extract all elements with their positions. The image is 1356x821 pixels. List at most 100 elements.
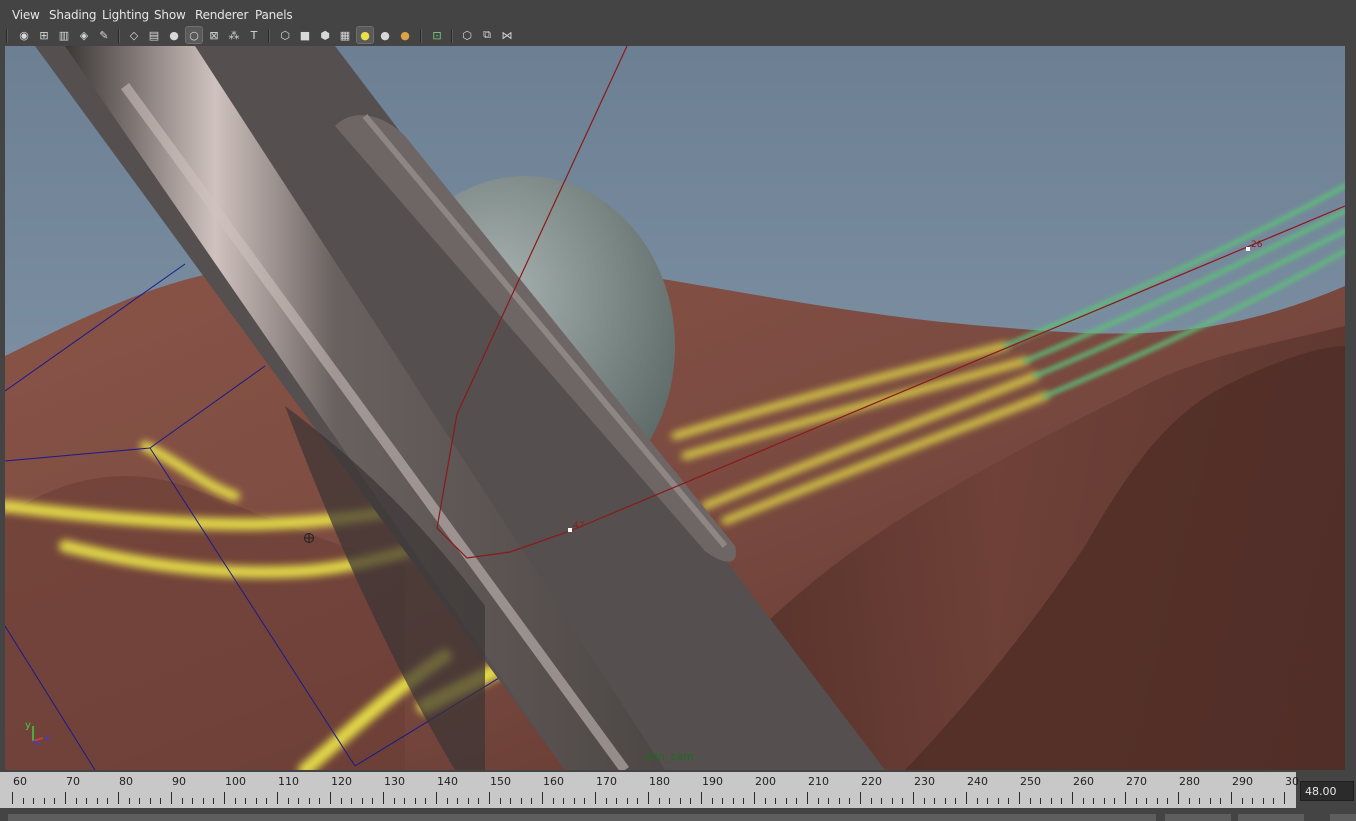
- timeline-tick-label: 30: [1285, 775, 1299, 788]
- timeline-minor-tick: [22, 798, 24, 804]
- timeline-major-tick: [966, 792, 967, 804]
- timeline-minor-tick: [404, 798, 406, 804]
- timeline-tick-label: 260: [1073, 775, 1094, 788]
- timeline-minor-tick: [96, 798, 98, 804]
- smooth-shade-icon[interactable]: ■: [297, 27, 313, 43]
- xray-joints-icon[interactable]: ⋈: [499, 27, 515, 43]
- timeline-minor-tick: [351, 798, 353, 804]
- timeline-minor-tick: [605, 798, 607, 804]
- timeline-minor-tick: [732, 798, 734, 804]
- timeline-major-tick: [1178, 792, 1179, 804]
- timeline-minor-tick: [499, 798, 501, 804]
- range-slider[interactable]: [0, 808, 1356, 821]
- timeline-tick-label: 90: [172, 775, 186, 788]
- image-plane-icon[interactable]: ◈: [76, 27, 92, 43]
- current-frame-field[interactable]: 48.00: [1300, 781, 1354, 801]
- range-slider-end[interactable]: [1238, 814, 1304, 821]
- timeline-minor-tick: [1252, 798, 1254, 804]
- timeline-minor-tick: [1209, 798, 1211, 804]
- wireframe-icon[interactable]: ⬡: [277, 27, 293, 43]
- timeline-minor-tick: [340, 798, 342, 804]
- timeline-major-tick: [1019, 792, 1020, 804]
- ambient-occlusion-icon[interactable]: ●: [397, 27, 413, 43]
- timeline-minor-tick: [75, 798, 77, 804]
- timeline-minor-tick: [33, 798, 35, 804]
- timeline-minor-tick: [1135, 798, 1137, 804]
- range-slider-end[interactable]: [1330, 814, 1356, 821]
- grid-icon[interactable]: ◇: [126, 27, 142, 43]
- timeline-tick-label: 170: [596, 775, 617, 788]
- xray-active-icon[interactable]: ⧉: [479, 27, 495, 43]
- timeline-major-tick: [12, 792, 13, 804]
- timeline-minor-tick: [414, 798, 416, 804]
- range-slider-end[interactable]: [1165, 814, 1231, 821]
- timeline-minor-tick: [616, 798, 618, 804]
- timeline-minor-tick: [690, 798, 692, 804]
- timeline-minor-tick: [139, 798, 141, 804]
- timeline-minor-tick: [298, 798, 300, 804]
- safe-action-icon[interactable]: ⁂: [226, 27, 242, 43]
- timeline-minor-tick: [1146, 798, 1148, 804]
- menu-panels[interactable]: Panels: [255, 8, 293, 22]
- field-chart-icon[interactable]: ⊠: [206, 27, 222, 43]
- toolbar-handle: [6, 29, 8, 43]
- timeline-major-tick: [65, 792, 66, 804]
- time-slider[interactable]: 60 70 80 90 100 110 120 130 140 150 160 170 180 190 20…: [0, 772, 1299, 808]
- range-slider-track[interactable]: [8, 814, 1156, 821]
- timeline-minor-tick: [1082, 798, 1084, 804]
- timeline-minor-tick: [1262, 798, 1264, 804]
- timeline-major-tick: [701, 792, 702, 804]
- timeline-minor-tick: [43, 798, 45, 804]
- timeline-minor-tick: [202, 798, 204, 804]
- 2d-pan-zoom-icon[interactable]: ✎: [96, 27, 112, 43]
- timeline-minor-tick: [520, 798, 522, 804]
- timeline-major-tick: [754, 792, 755, 804]
- timeline-minor-tick: [1273, 798, 1275, 804]
- menu-show[interactable]: Show: [154, 8, 186, 22]
- safe-title-icon[interactable]: T: [246, 27, 262, 43]
- resolution-gate-icon[interactable]: ●: [166, 27, 182, 43]
- timeline-tick-label: 220: [861, 775, 882, 788]
- timeline-major-tick: [489, 792, 490, 804]
- timeline-minor-tick: [573, 798, 575, 804]
- timeline-tick-label: 200: [755, 775, 776, 788]
- timeline-minor-tick: [245, 798, 247, 804]
- toolbar-separator: [451, 29, 453, 43]
- menu-view[interactable]: View: [12, 8, 40, 22]
- wireframe-on-shaded-icon[interactable]: ⬢: [317, 27, 333, 43]
- timeline-minor-tick: [828, 798, 830, 804]
- camera-attributes-icon[interactable]: ◉: [16, 27, 32, 43]
- film-gate-icon[interactable]: ▤: [146, 27, 162, 43]
- isolate-select-icon[interactable]: ⊡: [429, 27, 445, 43]
- menu-renderer[interactable]: Renderer: [195, 8, 248, 22]
- xray-icon[interactable]: ⬡: [459, 27, 475, 43]
- timeline-minor-tick: [1156, 798, 1158, 804]
- svg-text:x: x: [44, 733, 50, 744]
- timeline-minor-tick: [870, 798, 872, 804]
- use-all-lights-icon[interactable]: ●: [356, 26, 374, 44]
- timeline-minor-tick: [976, 798, 978, 804]
- gate-mask-icon[interactable]: ○: [185, 26, 203, 44]
- curve-point-47: [568, 528, 572, 532]
- bookmark-icon[interactable]: ▥: [56, 27, 72, 43]
- menu-shading[interactable]: Shading: [49, 8, 97, 22]
- timeline-major-tick: [860, 792, 861, 804]
- timeline-minor-tick: [764, 798, 766, 804]
- timeline-minor-tick: [849, 798, 851, 804]
- 3d-viewport[interactable]: 47 26 y x alin_cam: [5, 46, 1345, 770]
- timeline-minor-tick: [775, 798, 777, 804]
- timeline-minor-tick: [1188, 798, 1190, 804]
- timeline-minor-tick: [1220, 798, 1222, 804]
- timeline-minor-tick: [679, 798, 681, 804]
- timeline-tick-label: 190: [702, 775, 723, 788]
- menu-lighting[interactable]: Lighting: [102, 8, 149, 22]
- panel-menubar: View Shading Lighting Show Renderer Pane…: [0, 0, 1356, 26]
- timeline-minor-tick: [1241, 798, 1243, 804]
- shadows-icon[interactable]: ●: [377, 27, 393, 43]
- timeline-minor-tick: [531, 798, 533, 804]
- timeline-major-tick: [807, 792, 808, 804]
- textured-icon[interactable]: ▦: [337, 27, 353, 43]
- timeline-tick-label: 60: [13, 775, 27, 788]
- timeline-tick-label: 80: [119, 775, 133, 788]
- select-camera-icon[interactable]: ⊞: [36, 27, 52, 43]
